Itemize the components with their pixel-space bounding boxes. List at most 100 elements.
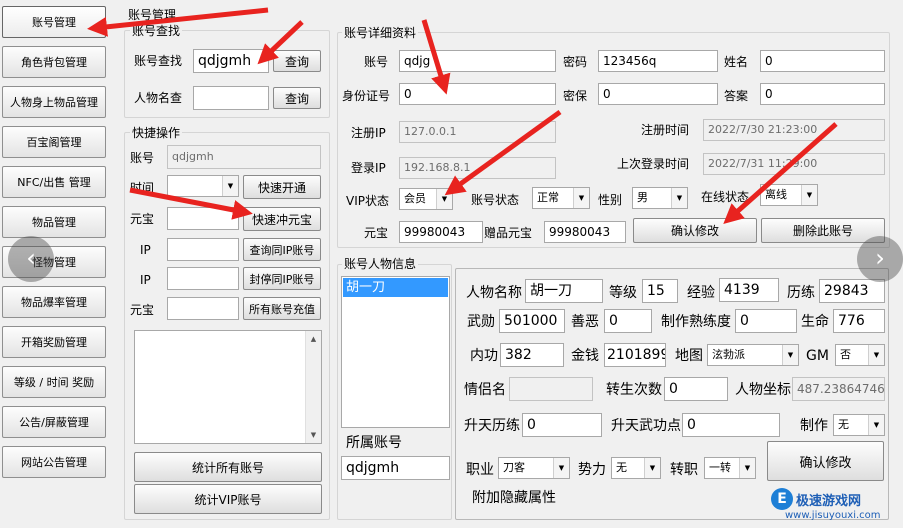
prev-icon[interactable]: ‹	[8, 236, 54, 282]
nav-button[interactable]: 网站公告管理	[2, 446, 106, 478]
detail-id-input[interactable]: 0	[399, 83, 556, 105]
detail-gift-input[interactable]: 99980043	[544, 221, 626, 243]
nav-button[interactable]: 人物身上物品管理	[2, 86, 106, 118]
char-money-label: 金钱	[571, 348, 599, 364]
quick-yuanbao2-input[interactable]	[167, 297, 239, 320]
quick-charge-button[interactable]: 快速冲元宝	[243, 207, 321, 231]
char-search-button[interactable]: 查询	[273, 87, 321, 109]
scroll-up-icon[interactable]: ▲	[306, 331, 321, 347]
owner-account-input[interactable]: qdjgmh	[341, 456, 450, 480]
detail-online-select[interactable]: 离线 ▼	[760, 184, 818, 206]
faction-value: 无	[616, 461, 627, 474]
char-spouse-input[interactable]	[509, 377, 593, 401]
chevron-down-icon: ▼	[671, 188, 687, 208]
char-faction-select[interactable]: 无 ▼	[611, 457, 661, 479]
char-job-select[interactable]: 刀客 ▼	[498, 457, 570, 479]
char-exp2-label: 历练	[787, 285, 815, 301]
detail-status-select[interactable]: 正常 ▼	[532, 187, 590, 209]
account-search-button[interactable]: 查询	[273, 50, 321, 72]
quick-open-button[interactable]: 快速开通	[243, 175, 321, 199]
detail-regtime-input[interactable]: 2022/7/30 21:23:00	[703, 119, 885, 141]
char-exp-input[interactable]: 4139	[719, 278, 779, 302]
details-title: 账号详细资料	[342, 26, 419, 40]
char-merit-input[interactable]: 501000	[499, 309, 565, 333]
chevron-down-icon: ▼	[868, 345, 884, 365]
char-level-input[interactable]: 15	[642, 279, 678, 303]
vip-value: 会员	[404, 192, 426, 205]
char-exp-label: 经验	[687, 285, 715, 301]
quick-yuanbao-input[interactable]	[167, 207, 239, 230]
quick-ip2-input[interactable]	[167, 267, 239, 290]
log-scrollbar[interactable]: ▲ ▼	[305, 331, 321, 443]
char-gm-select[interactable]: 否 ▼	[835, 344, 885, 366]
char-ascend-input[interactable]: 0	[522, 413, 602, 437]
char-goodevil-label: 善恶	[571, 314, 599, 330]
nav-button[interactable]: 百宝阁管理	[2, 126, 106, 158]
char-rebirth-input[interactable]: 0	[664, 377, 728, 401]
owner-account-label: 所属账号	[346, 435, 402, 451]
char-ascend-skill-label: 升天武功点	[611, 418, 681, 434]
char-make-label: 制作	[800, 418, 828, 434]
char-exp2-input[interactable]: 29843	[819, 279, 885, 303]
char-coord-input[interactable]: 487.23864746(	[792, 377, 885, 401]
confirm-char-button[interactable]: 确认修改	[767, 441, 884, 481]
stat-vip-button[interactable]: 统计VIP账号	[134, 484, 322, 514]
detail-regip-input[interactable]: 127.0.0.1	[399, 121, 556, 143]
chevron-down-icon: ▼	[801, 185, 817, 205]
lookup-title: 账号查找	[130, 24, 183, 38]
detail-gender-select[interactable]: 男 ▼	[632, 187, 688, 209]
detail-name-input[interactable]: 0	[760, 50, 885, 72]
quick-ip1-input[interactable]	[167, 238, 239, 261]
quick-log-textarea[interactable]: ▲ ▼	[134, 330, 322, 444]
char-money-input[interactable]: 21018992	[604, 343, 666, 367]
detail-password-input[interactable]: 123456q	[598, 50, 718, 72]
nav-button[interactable]: 公告/屏蔽管理	[2, 406, 106, 438]
detail-regtime-label: 注册时间	[641, 123, 690, 137]
char-craft-input[interactable]: 0	[735, 309, 797, 333]
next-icon[interactable]: ›	[857, 236, 903, 282]
tab-title: 账号管理	[128, 8, 177, 22]
char-name-input[interactable]: 胡一刀	[525, 279, 603, 303]
detail-protect-input[interactable]: 0	[598, 83, 718, 105]
char-make-select[interactable]: 无 ▼	[833, 414, 885, 436]
char-lookup-input[interactable]	[193, 86, 269, 110]
character-list[interactable]: 胡一刀	[341, 276, 450, 428]
confirm-account-button[interactable]: 确认修改	[633, 218, 757, 243]
nav-button[interactable]: 物品管理	[2, 206, 106, 238]
nav-button[interactable]: 开箱奖励管理	[2, 326, 106, 358]
detail-vip-select[interactable]: 会员 ▼	[399, 188, 453, 210]
char-life-input[interactable]: 776	[833, 309, 885, 333]
char-transfer-select[interactable]: 一转 ▼	[704, 457, 756, 479]
quick-time-select[interactable]: ▼	[167, 175, 239, 197]
char-rebirth-label: 转生次数	[606, 382, 662, 398]
detail-answer-input[interactable]: 0	[760, 83, 885, 105]
char-goodevil-input[interactable]: 0	[604, 309, 652, 333]
char-inner-input[interactable]: 382	[500, 343, 564, 367]
character-list-item[interactable]: 胡一刀	[343, 278, 448, 297]
charge-all-button[interactable]: 所有账号充值	[243, 297, 321, 320]
char-level-label: 等级	[609, 285, 637, 301]
nav-button[interactable]: 等级 / 时间 奖励	[2, 366, 106, 398]
account-lookup-input[interactable]: qdjgmh	[193, 49, 269, 73]
char-ascend-skill-input[interactable]: 0	[682, 413, 780, 437]
ban-same-ip-button[interactable]: 封停同IP账号	[243, 267, 321, 290]
detail-account-label: 账号	[364, 55, 389, 69]
char-transfer-label: 转职	[670, 462, 698, 478]
query-same-ip-button[interactable]: 查询同IP账号	[243, 238, 321, 261]
detail-yuanbao-input[interactable]: 99980043	[399, 221, 483, 243]
stat-all-button[interactable]: 统计所有账号	[134, 452, 322, 482]
nav-button[interactable]: 角色背包管理	[2, 46, 106, 78]
detail-lastlogin-input[interactable]: 2022/7/31 11:29:00	[703, 153, 885, 175]
quick-account-input[interactable]: qdjgmh	[167, 145, 321, 169]
nav-button[interactable]: NFC/出售 管理	[2, 166, 106, 198]
char-ascend-label: 升天历练	[464, 418, 520, 434]
scroll-down-icon[interactable]: ▼	[306, 427, 321, 443]
chevron-down-icon: ▼	[436, 189, 452, 209]
nav-button[interactable]: 物品爆率管理	[2, 286, 106, 318]
detail-account-input[interactable]: qdjg	[399, 50, 556, 72]
detail-loginip-input[interactable]: 192.168.8.1	[399, 157, 556, 179]
nav-button[interactable]: 账号管理	[2, 6, 106, 38]
char-map-select[interactable]: 泫勃派 ▼	[707, 344, 799, 366]
map-value: 泫勃派	[712, 348, 745, 361]
quick-ip2-label: IP	[140, 273, 151, 287]
